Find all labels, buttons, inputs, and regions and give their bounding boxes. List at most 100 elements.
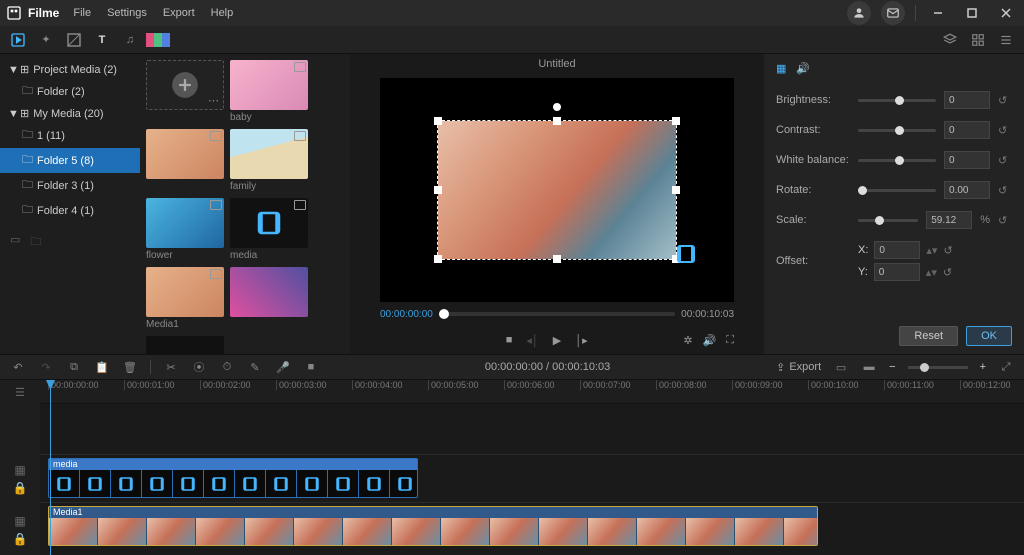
rotate-reset[interactable]: ↺ (998, 184, 1012, 197)
card-icon[interactable]: ▭ (10, 233, 20, 252)
copy-button[interactable]: ⧉ (66, 359, 82, 375)
close-button[interactable] (994, 1, 1018, 25)
add-media-button[interactable]: ⋯ (146, 60, 224, 123)
menu-export[interactable]: Export (163, 7, 195, 19)
offset-y-value[interactable]: 0 (874, 263, 920, 281)
list-icon[interactable] (996, 30, 1016, 50)
video-track-2[interactable]: Media1 (40, 502, 1024, 550)
folder-add-icon[interactable]: 🗀 (30, 233, 41, 252)
video-track-1[interactable]: media (40, 454, 1024, 502)
split-button[interactable]: ✂ (163, 359, 179, 375)
offset-x-reset[interactable]: ↺ (943, 244, 957, 257)
tree-1[interactable]: 🗀 1 (11) (0, 123, 140, 148)
time-ruler[interactable]: 00:00:00:00 00:00:01:00 00:00:02:00 00:0… (40, 380, 1024, 404)
handle-bl[interactable] (434, 255, 442, 263)
timeline-body[interactable]: 00:00:00:00 00:00:01:00 00:00:02:00 00:0… (40, 380, 1024, 555)
zoom-slider[interactable] (908, 366, 968, 369)
tree-folder[interactable]: 🗀 Folder (2) (0, 79, 140, 104)
view-mode-1[interactable]: ▭ (833, 359, 849, 375)
maximize-button[interactable] (960, 1, 984, 25)
props-tab-audio[interactable]: 🔊 (796, 62, 810, 75)
tab-media[interactable] (8, 30, 28, 50)
tab-audio[interactable]: ♫ (120, 30, 140, 50)
tree-folder3[interactable]: 🗀 Folder 3 (1) (0, 173, 140, 198)
scale-reset[interactable]: ↺ (998, 214, 1012, 227)
minimize-button[interactable] (926, 1, 950, 25)
rotate-handle[interactable] (553, 103, 561, 111)
film-icon[interactable] (674, 242, 698, 266)
offset-x-value[interactable]: 0 (874, 241, 920, 259)
grid-icon[interactable] (968, 30, 988, 50)
tree-project-media[interactable]: ▼⊞ Project Media (2) (0, 60, 140, 79)
tree-folder5[interactable]: 🗀 Folder 5 (8) (0, 148, 140, 173)
handle-mr[interactable] (672, 186, 680, 194)
brightness-slider[interactable] (858, 99, 936, 102)
next-frame-button[interactable]: │▸ (575, 334, 587, 347)
handle-tr[interactable] (672, 117, 680, 125)
contrast-value[interactable]: 0 (944, 121, 990, 139)
fit-button[interactable]: ⤢ (998, 359, 1014, 375)
view-mode-2[interactable]: ▬ (861, 359, 877, 375)
zoom-in[interactable]: + (980, 361, 986, 373)
tree-folder4[interactable]: 🗀 Folder 4 (1) (0, 198, 140, 223)
tree-my-media[interactable]: ▼⊞ My Media (20) (0, 104, 140, 123)
seek-track[interactable] (439, 312, 675, 316)
zoom-out[interactable]: − (889, 361, 895, 373)
media-thumb-2[interactable] (146, 129, 224, 192)
wb-slider[interactable] (858, 159, 936, 162)
handle-tm[interactable] (553, 117, 561, 125)
media-thumb-media[interactable]: media (230, 198, 308, 261)
media-thumb-7[interactable] (230, 267, 308, 330)
ok-button[interactable]: OK (966, 326, 1012, 346)
handle-bm[interactable] (553, 255, 561, 263)
fullscreen-icon[interactable]: ⛶ (726, 334, 734, 347)
menu-settings[interactable]: Settings (107, 7, 147, 19)
camera-button[interactable]: ■ (303, 359, 319, 375)
media-thumb-8[interactable] (146, 336, 224, 354)
wb-value[interactable]: 0 (944, 151, 990, 169)
preview-canvas[interactable] (380, 78, 734, 302)
redo-button[interactable]: ↷ (38, 359, 54, 375)
reset-button[interactable]: Reset (899, 326, 958, 346)
seek-thumb[interactable] (439, 309, 449, 319)
undo-button[interactable]: ↶ (10, 359, 26, 375)
rotate-value[interactable]: 0.00 (944, 181, 990, 199)
settings-icon[interactable]: ✲ (683, 334, 692, 347)
volume-icon[interactable]: 🔊 (703, 334, 717, 347)
track-1-header[interactable]: ▦🔒 (0, 454, 40, 505)
wb-reset[interactable]: ↺ (998, 154, 1012, 167)
track-2-header[interactable]: ▦🔒 (0, 505, 40, 555)
paste-button[interactable]: 📋 (94, 359, 110, 375)
playhead[interactable] (50, 380, 51, 555)
stop-button[interactable]: ■ (506, 334, 513, 346)
tab-color[interactable] (148, 30, 168, 50)
rotate-slider[interactable] (858, 189, 936, 192)
prev-frame-button[interactable]: ◂│ (526, 334, 538, 347)
tab-transitions[interactable] (64, 30, 84, 50)
brightness-reset[interactable]: ↺ (998, 94, 1012, 107)
menu-help[interactable]: Help (211, 7, 234, 19)
brightness-value[interactable]: 0 (944, 91, 990, 109)
play-button[interactable]: ▶ (553, 334, 561, 347)
media-thumb-baby[interactable]: baby (230, 60, 308, 123)
layers-icon[interactable] (940, 30, 960, 50)
media-thumb-flower[interactable]: flower (146, 198, 224, 261)
scale-slider[interactable] (858, 219, 918, 222)
props-tab-video[interactable]: ▦ (776, 62, 786, 75)
crop-button[interactable]: ⦿ (191, 359, 207, 375)
contrast-slider[interactable] (858, 129, 936, 132)
media-thumb-media1[interactable]: Media1 (146, 267, 224, 330)
delete-button[interactable]: 🗑 (122, 359, 138, 375)
offset-y-reset[interactable]: ↺ (943, 266, 957, 279)
timeline-clip-media1[interactable]: Media1 (48, 506, 818, 546)
selected-clip-frame[interactable] (437, 120, 677, 260)
color-button[interactable]: ✎ (247, 359, 263, 375)
timeline-clip-media[interactable]: media (48, 458, 418, 498)
media-thumb-family[interactable]: family (230, 129, 308, 192)
account-icon[interactable] (847, 1, 871, 25)
tab-effects[interactable]: ✦ (36, 30, 56, 50)
handle-tl[interactable] (434, 117, 442, 125)
mail-icon[interactable] (881, 1, 905, 25)
contrast-reset[interactable]: ↺ (998, 124, 1012, 137)
mic-button[interactable]: 🎤 (275, 359, 291, 375)
